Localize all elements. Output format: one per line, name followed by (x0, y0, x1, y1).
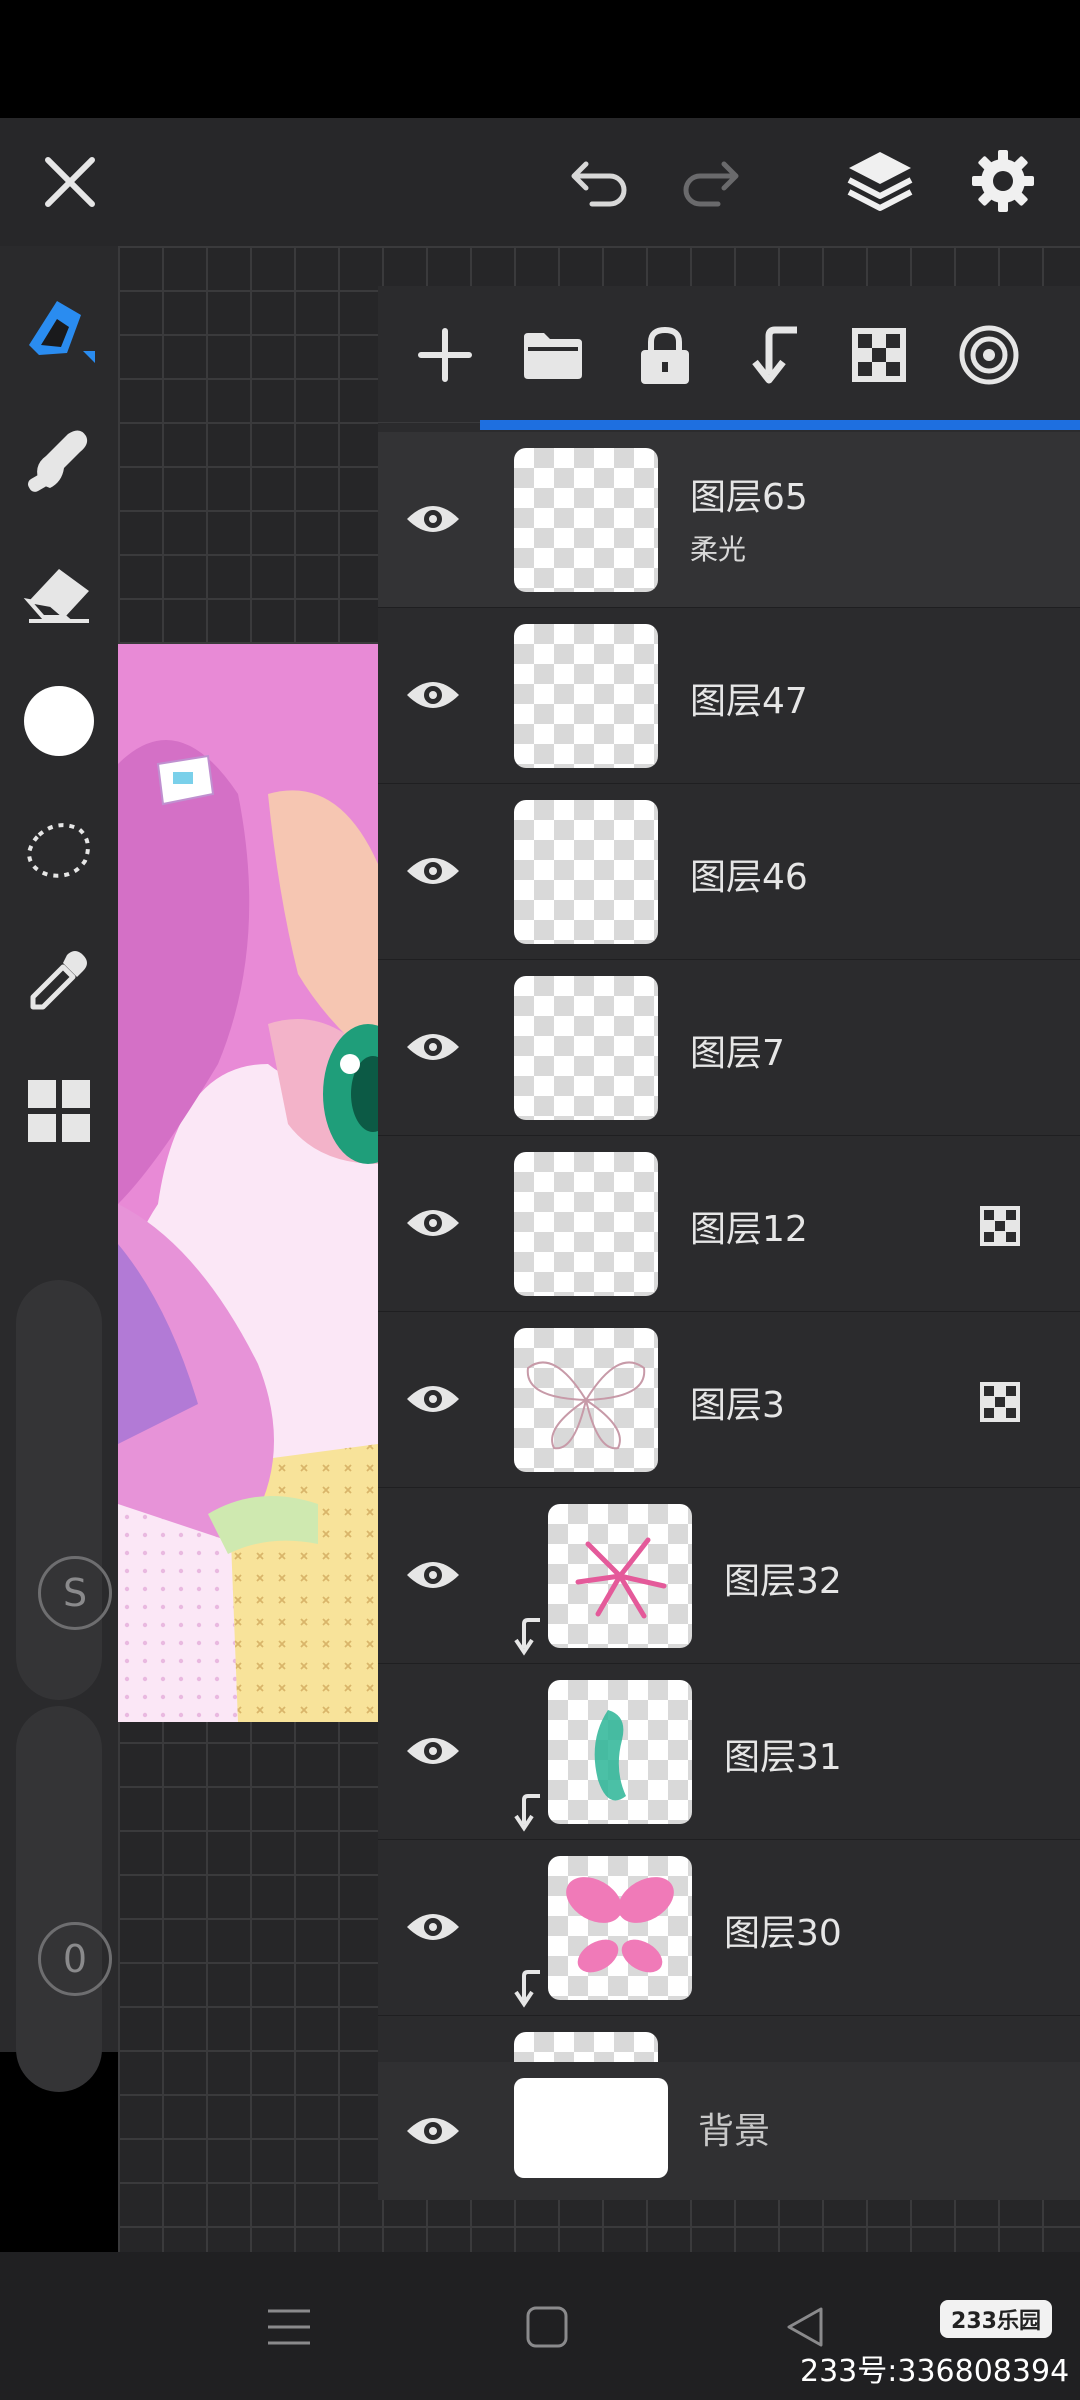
layer-row[interactable]: 图层32 (378, 1488, 1080, 1665)
layers-toolbar (378, 286, 1080, 423)
layer-blend-mode: 柔光 (690, 533, 747, 566)
layer-row[interactable]: 图层12 (378, 1136, 1080, 1313)
layer-thumbnail (514, 2032, 658, 2062)
eye-icon[interactable] (398, 660, 468, 730)
brush-size-slider[interactable]: S (16, 1280, 112, 1700)
layer-name: 图层46 (690, 857, 808, 898)
layer-name: 图层31 (724, 1737, 842, 1778)
layer-name: 图层32 (724, 1561, 842, 1602)
layer-name: 图层47 (690, 681, 808, 722)
watermark-logo: 233乐园 (940, 2300, 1052, 2338)
layer-row[interactable]: 图层46 (378, 784, 1080, 961)
opacity-slider[interactable]: 0 (16, 1706, 112, 2092)
clip-arrow-icon (512, 1968, 542, 2008)
color-swatch[interactable] (14, 676, 104, 766)
layer-thumbnail (514, 1152, 658, 1296)
layer-row[interactable]: 图层7 (378, 960, 1080, 1137)
close-icon[interactable] (30, 142, 110, 222)
alpha-lock-icon (980, 1206, 1020, 1246)
smudge-icon[interactable] (14, 416, 104, 506)
eye-icon[interactable] (398, 1012, 468, 1082)
layer-name: 图层7 (690, 1033, 785, 1074)
layer-thumbnail (514, 624, 658, 768)
lasso-icon[interactable] (14, 806, 104, 896)
eye-icon[interactable] (398, 1892, 468, 1962)
layer-name: 图层3 (690, 1385, 785, 1426)
grid-menu-icon[interactable] (14, 1066, 104, 1156)
undo-icon[interactable] (560, 142, 640, 222)
menu-icon[interactable] (254, 2292, 324, 2362)
gear-icon[interactable] (960, 138, 1046, 224)
eye-icon[interactable] (398, 1364, 468, 1434)
layer-name: 图层12 (690, 1209, 808, 1250)
eye-icon[interactable] (398, 836, 468, 906)
clip-arrow-icon (512, 1792, 542, 1832)
layer-name: 图层65 (690, 477, 808, 518)
layer-thumbnail (548, 1504, 692, 1648)
brush-icon[interactable] (14, 284, 104, 374)
watermark-text: 233号:336808394 (800, 2354, 1070, 2389)
background-thumbnail (514, 2078, 668, 2178)
panel-scrollbar[interactable] (480, 420, 1080, 430)
layers-icon[interactable] (840, 138, 920, 224)
eraser-icon[interactable] (14, 546, 104, 636)
lock-icon[interactable] (620, 310, 710, 400)
folder-icon[interactable] (508, 310, 598, 400)
clip-icon[interactable] (728, 310, 818, 400)
layer-thumbnail (548, 1856, 692, 2000)
artwork-preview (118, 644, 378, 1722)
clip-arrow-icon (512, 1616, 542, 1656)
layer-row[interactable]: 图层47 (378, 608, 1080, 785)
add-icon[interactable] (400, 310, 490, 400)
home-icon[interactable] (512, 2292, 582, 2362)
alpha-lock-icon[interactable] (834, 310, 924, 400)
top-toolbar (0, 118, 1080, 246)
eye-icon[interactable] (398, 2096, 468, 2166)
status-bar (0, 0, 1080, 118)
layer-thumbnail (514, 800, 658, 944)
background-layer-row[interactable]: 背景 (378, 2062, 1080, 2200)
eye-icon[interactable] (398, 1540, 468, 1610)
eye-icon[interactable] (398, 1716, 468, 1786)
redo-icon[interactable] (670, 142, 750, 222)
layer-row[interactable]: 图层65 柔光 (378, 432, 1080, 609)
layer-thumbnail (514, 1328, 658, 1472)
layer-thumbnail (548, 1680, 692, 1824)
eye-icon[interactable] (398, 1188, 468, 1258)
layer-thumbnail (514, 448, 658, 592)
layer-name: 图层30 (724, 1913, 842, 1954)
alpha-lock-icon (980, 1382, 1020, 1422)
background-layer-name: 背景 (698, 2111, 771, 2152)
layer-row[interactable]: 图层30 (378, 1840, 1080, 2017)
size-label: S (38, 1556, 112, 1630)
layer-row[interactable]: 图层3 (378, 1312, 1080, 1489)
layer-row-partial (378, 2016, 1080, 2064)
eyedropper-icon[interactable] (14, 936, 104, 1026)
eye-icon[interactable] (398, 484, 468, 554)
blend-target-icon[interactable] (944, 310, 1034, 400)
opacity-label: 0 (38, 1922, 112, 1996)
layer-thumbnail (514, 976, 658, 1120)
layer-row[interactable]: 图层31 (378, 1664, 1080, 1841)
